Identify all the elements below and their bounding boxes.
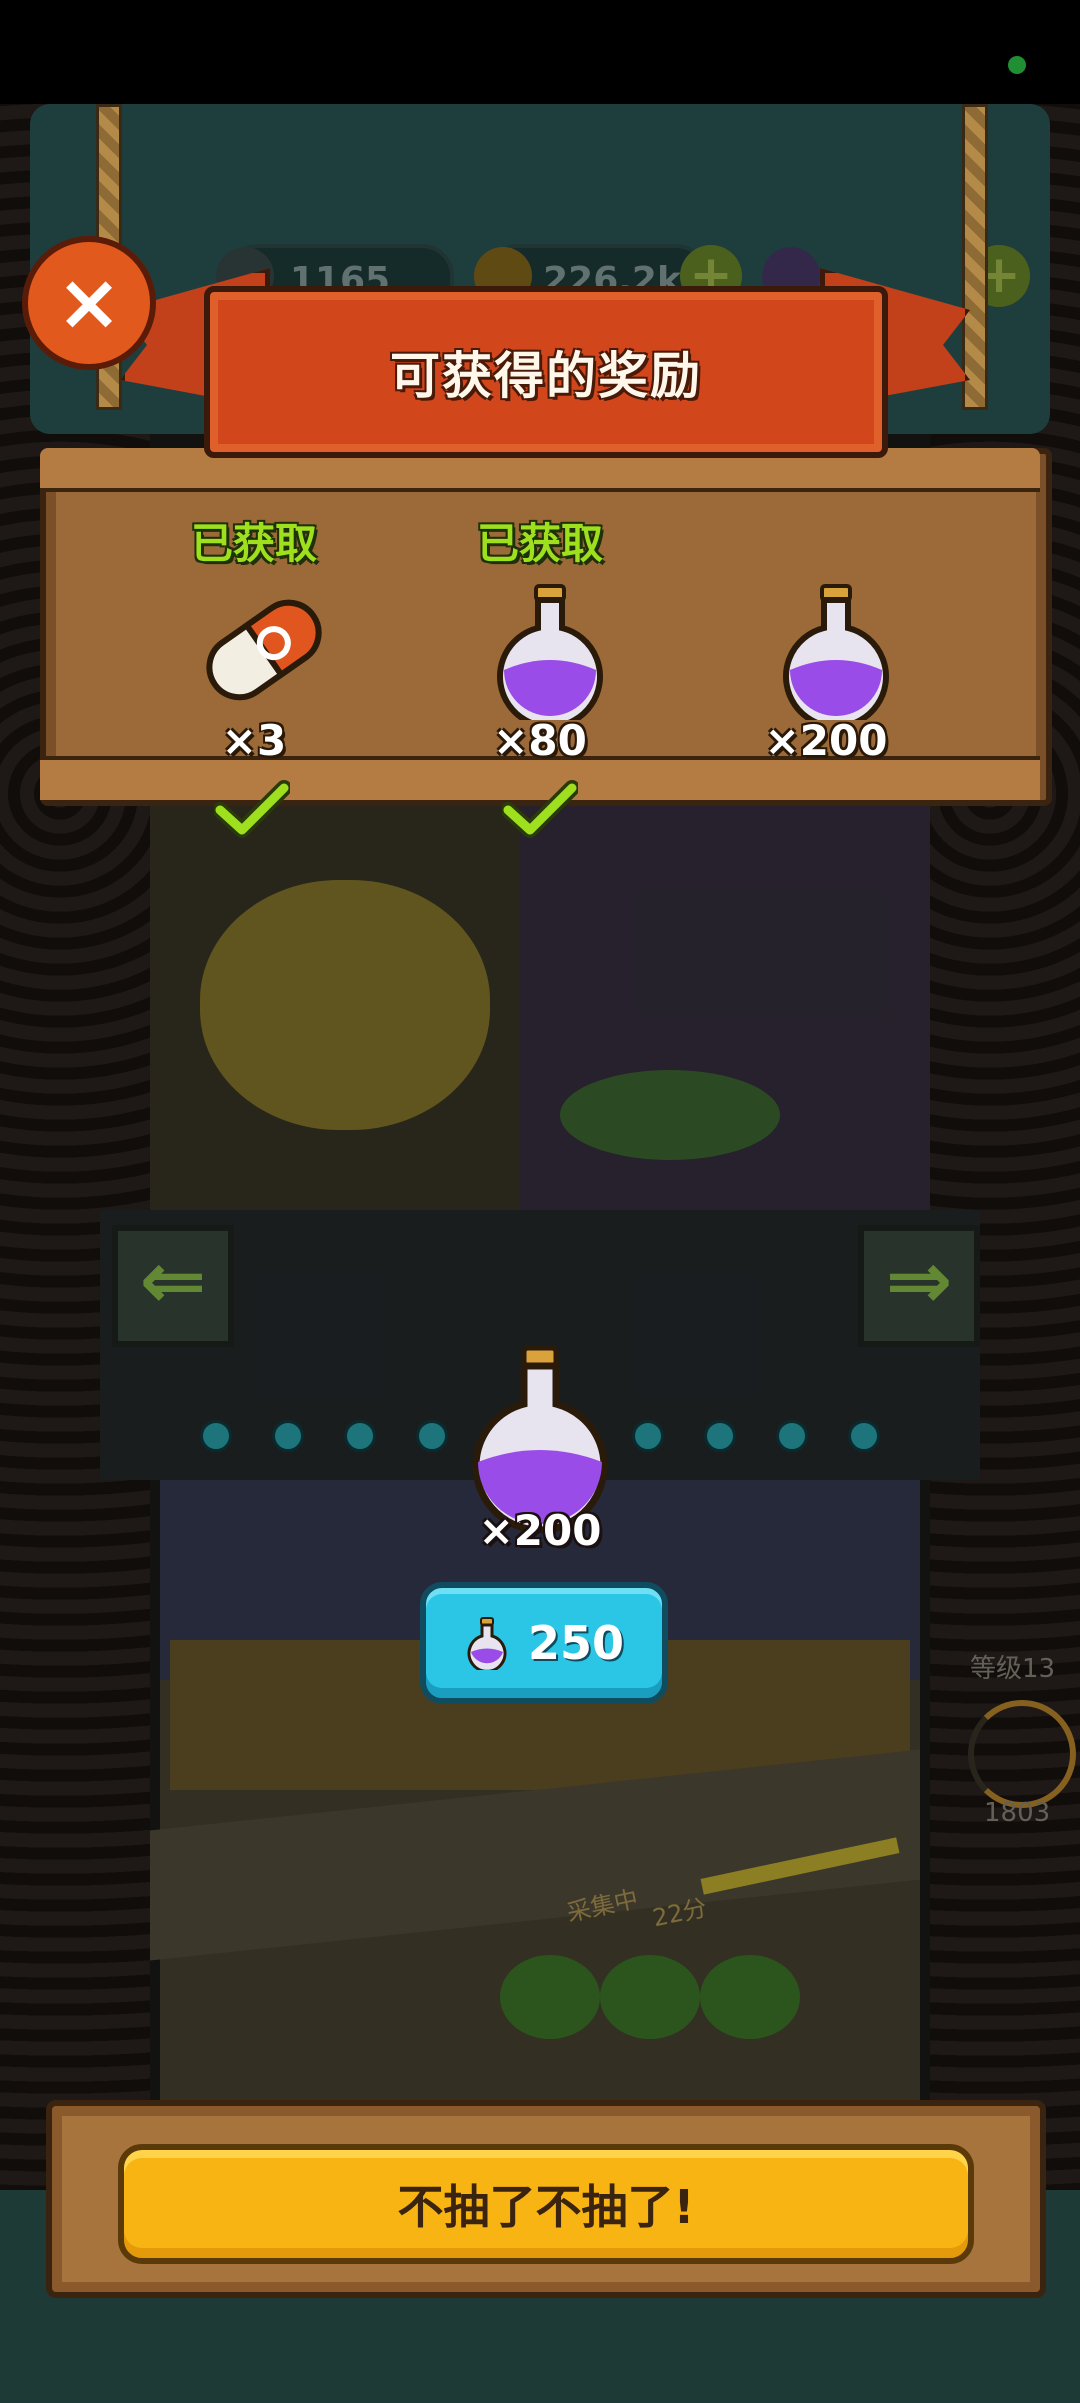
- close-icon: ×: [56, 258, 122, 348]
- reward-quantity: ×200: [764, 716, 888, 765]
- stop-drawing-button[interactable]: 不抽了不抽了!: [118, 2144, 974, 2264]
- reward-item-1: 已获取 ×3: [144, 510, 364, 800]
- title-banner: 可获得的奖励: [204, 286, 888, 458]
- potion-icon: [497, 584, 603, 720]
- draw-price: 250: [527, 1616, 625, 1670]
- potion-icon: [467, 1617, 507, 1670]
- modal-title: 可获得的奖励: [390, 347, 702, 405]
- current-reward-quantity: ×200: [478, 1506, 602, 1555]
- draw-button[interactable]: 250: [420, 1582, 668, 1704]
- check-icon: [214, 780, 290, 838]
- reward-item-3: ×200: [716, 510, 936, 800]
- capsule-icon: [206, 599, 322, 701]
- reward-quantity: ×3: [221, 716, 287, 765]
- reward-quantity: ×80: [493, 716, 587, 765]
- check-icon: [502, 780, 578, 838]
- rope-right: [962, 104, 988, 410]
- reward-claimed-label: 已获取: [190, 519, 317, 568]
- close-button[interactable]: ×: [22, 236, 156, 370]
- reward-claimed-label: 已获取: [476, 519, 603, 568]
- reward-item-2: 已获取 ×80: [430, 510, 650, 800]
- potion-icon: [783, 584, 889, 720]
- stop-drawing-label: 不抽了不抽了!: [397, 2180, 695, 2234]
